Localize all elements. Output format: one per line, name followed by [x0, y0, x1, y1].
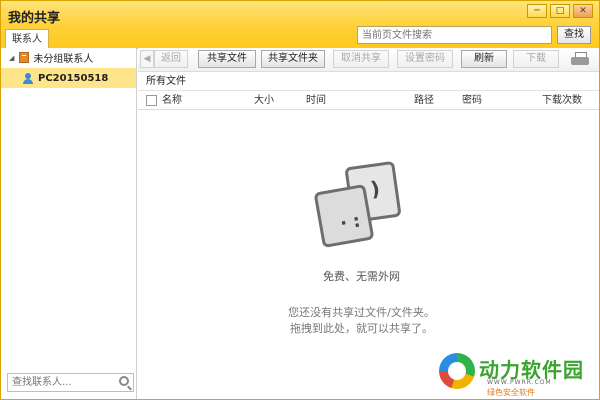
watermark-logo-icon: [439, 353, 475, 389]
expand-triangle-icon[interactable]: ◢: [9, 54, 14, 62]
contact-book-icon: [19, 52, 30, 63]
search-icon[interactable]: [119, 376, 129, 386]
toolbar: ◀ 返回 共享文件 共享文件夹 取消共享 设置密码 刷新 下载: [138, 48, 599, 72]
group-label: 未分组联系人: [33, 54, 94, 65]
column-path[interactable]: 路径: [414, 92, 434, 110]
cancel-share-button[interactable]: 取消共享: [333, 50, 389, 68]
breadcrumb[interactable]: 所有文件: [138, 73, 599, 91]
maximize-icon[interactable]: □: [550, 4, 570, 18]
set-password-button[interactable]: 设置密码: [397, 50, 453, 68]
search-input[interactable]: [357, 26, 552, 44]
empty-state-illustration-icon: ) ·:: [310, 158, 410, 258]
files-pane: ◀ 返回 共享文件 共享文件夹 取消共享 设置密码 刷新 下载 所有文件 名称 …: [138, 48, 599, 399]
contact-label: PC20150518: [38, 72, 109, 84]
contact-group-ungrouped[interactable]: ◢ 未分组联系人: [1, 48, 136, 67]
minimize-icon[interactable]: ─: [527, 4, 547, 18]
watermark-tagline: 绿色安全软件: [487, 388, 535, 397]
title-bar: 我的共享 ─ □ ✕ 查找 联系人: [1, 1, 599, 49]
refresh-button[interactable]: 刷新: [461, 50, 507, 68]
column-size[interactable]: 大小: [254, 92, 274, 110]
empty-state-message: 您还没有共享过文件/文件夹。: [288, 306, 435, 319]
column-name[interactable]: 名称: [162, 92, 182, 110]
main-window: 我的共享 ─ □ ✕ 查找 联系人 ◢ 未分组联系人 PC20150518 查找…: [0, 0, 600, 400]
contacts-pane: ◢ 未分组联系人 PC20150518 查找联系人...: [1, 48, 137, 399]
empty-state-title: 免费、无需外网: [323, 270, 400, 283]
watermark-url: WWW.PWRR.COM: [487, 379, 552, 386]
column-password[interactable]: 密码: [462, 92, 482, 110]
search-button[interactable]: 查找: [557, 26, 591, 44]
window-controls: ─ □ ✕: [527, 4, 593, 18]
select-all-checkbox[interactable]: [146, 95, 157, 106]
back-button[interactable]: 返回: [154, 50, 188, 68]
file-table-header: 名称 大小 时间 路径 密码 下载次数: [138, 92, 599, 110]
share-folder-button[interactable]: 共享文件夹: [261, 50, 325, 68]
share-file-button[interactable]: 共享文件: [198, 50, 256, 68]
contact-item[interactable]: PC20150518: [1, 68, 136, 88]
download-button[interactable]: 下载: [513, 50, 559, 68]
contact-search-field[interactable]: 查找联系人...: [7, 373, 134, 392]
person-icon: [23, 72, 33, 84]
close-icon[interactable]: ✕: [573, 4, 593, 18]
column-download-count[interactable]: 下载次数: [542, 92, 582, 110]
column-time[interactable]: 时间: [306, 92, 326, 110]
window-title: 我的共享: [8, 11, 61, 26]
printer-icon[interactable]: [571, 52, 589, 66]
front-cube-icon: ·:: [313, 183, 375, 249]
tab-contacts[interactable]: 联系人: [5, 29, 49, 49]
back-arrow-icon[interactable]: ◀: [140, 50, 154, 68]
empty-state-hint: 拖拽到此处，就可以共享了。: [290, 322, 433, 335]
